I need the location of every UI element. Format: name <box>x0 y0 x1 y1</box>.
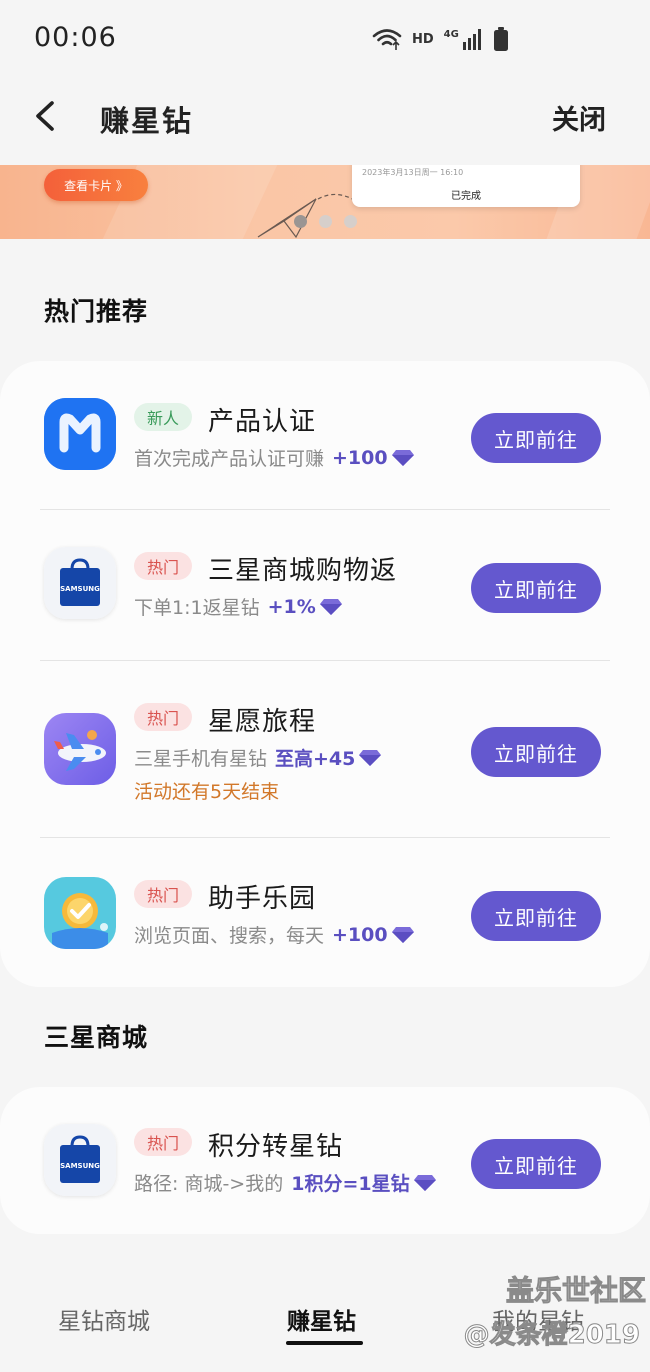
cellular-type: 4G <box>443 28 459 40</box>
close-button[interactable]: 关闭 <box>552 98 606 137</box>
carousel-dot[interactable] <box>344 215 357 228</box>
watermark-community: 盖乐世社区 <box>505 1274 646 1308</box>
task-row-star-journey[interactable]: 热门 星愿旅程 三星手机有星钻 至高+45 活动还有5天结束 立即前往 <box>0 661 650 837</box>
task-reward: +1% <box>267 595 316 618</box>
popular-card: 新人 产品认证 首次完成产品认证可赚 +100 立即前往 SAMSUNG 热门 … <box>0 361 650 987</box>
tag-hot: 热门 <box>134 552 193 580</box>
tag-hot: 热门 <box>134 880 193 908</box>
active-tab-indicator <box>286 1341 363 1345</box>
task-description: 路径: 商城->我的 1积分=1星钻 <box>134 1169 437 1196</box>
task-desc-text: 下单1:1返星钻 <box>134 597 260 619</box>
page-title: 赚星钻 <box>100 104 194 138</box>
diamond-icon <box>359 749 382 766</box>
diamond-icon <box>413 1174 436 1191</box>
section-title-store: 三星商城 <box>44 1023 149 1052</box>
status-time: 00:06 <box>34 22 117 53</box>
task-desc-text: 三星手机有星钻 <box>134 748 268 770</box>
go-button[interactable]: 立即前往 <box>471 891 601 941</box>
promo-banner[interactable]: 查看卡片 》 2023年3月13日周一 16:10 已完成 <box>0 165 650 239</box>
task-description: 浏览页面、搜索，每天 +100 <box>134 921 415 948</box>
task-row-assistant-park[interactable]: 热门 助手乐园 浏览页面、搜索，每天 +100 立即前往 <box>0 838 650 987</box>
go-button[interactable]: 立即前往 <box>471 1139 601 1189</box>
go-button[interactable]: 立即前往 <box>471 563 601 613</box>
wifi-icon <box>372 29 402 50</box>
task-desc-text: 浏览页面、搜索，每天 <box>134 925 325 947</box>
bag-label: SAMSUNG <box>60 1162 100 1170</box>
diamond-icon <box>319 598 342 615</box>
task-title: 产品认证 <box>208 407 317 437</box>
task-description: 下单1:1返星钻 +1% <box>134 593 343 620</box>
watermark-author: @发条橙2019 <box>463 1320 640 1351</box>
store-card: SAMSUNG 热门 积分转星钻 路径: 商城->我的 1积分=1星钻 立即前往 <box>0 1087 650 1234</box>
task-reward: 1积分=1星钻 <box>291 1173 410 1195</box>
banner-card-date: 2023年3月13日周一 16:10 <box>362 168 464 177</box>
diamond-icon <box>391 449 414 466</box>
battery-icon <box>493 27 508 51</box>
app-header: 赚星钻 关闭 <box>0 80 650 164</box>
airplane-journey-icon <box>44 713 116 785</box>
samsung-shop-bag-icon: SAMSUNG <box>44 1124 116 1196</box>
task-row-points-exchange[interactable]: SAMSUNG 热门 积分转星钻 路径: 商城->我的 1积分=1星钻 立即前往 <box>0 1087 650 1234</box>
status-bar: 00:06 HD 4G <box>0 0 650 80</box>
task-description: 三星手机有星钻 至高+45 <box>134 744 382 771</box>
samsung-shop-bag-icon: SAMSUNG <box>44 547 116 619</box>
samsung-members-icon <box>44 398 116 470</box>
task-description: 首次完成产品认证可赚 +100 <box>134 444 415 471</box>
task-title: 积分转星钻 <box>208 1132 344 1162</box>
task-title: 三星商城购物返 <box>208 556 398 586</box>
tab-earn-stars[interactable]: 赚星钻 <box>287 1302 356 1336</box>
bag-label: SAMSUNG <box>60 585 100 593</box>
go-button[interactable]: 立即前往 <box>471 727 601 777</box>
task-row-product-cert[interactable]: 新人 产品认证 首次完成产品认证可赚 +100 立即前往 <box>0 361 650 509</box>
task-reward: 至高+45 <box>275 748 356 770</box>
task-title: 助手乐园 <box>208 884 317 914</box>
chevron-left-icon[interactable] <box>30 98 60 134</box>
task-reward: +100 <box>332 446 388 469</box>
task-deadline-note: 活动还有5天结束 <box>134 781 280 803</box>
carousel-dot[interactable] <box>294 215 307 228</box>
go-button[interactable]: 立即前往 <box>471 413 601 463</box>
tag-hot: 热门 <box>134 703 193 731</box>
banner-card-status: 已完成 <box>451 191 481 202</box>
task-reward: +100 <box>332 923 388 946</box>
tag-hot: 热门 <box>134 1128 193 1156</box>
diamond-icon <box>391 926 414 943</box>
carousel-indicator <box>294 215 357 228</box>
banner-preview-card: 2023年3月13日周一 16:10 已完成 <box>352 165 580 207</box>
carousel-dot[interactable] <box>319 215 332 228</box>
status-icons: HD 4G <box>372 26 509 52</box>
tab-star-mall[interactable]: 星钻商城 <box>58 1302 150 1336</box>
section-title-popular: 热门推荐 <box>44 297 149 326</box>
tag-new: 新人 <box>134 403 193 431</box>
task-desc-text: 路径: 商城->我的 <box>134 1173 284 1195</box>
task-desc-text: 首次完成产品认证可赚 <box>134 448 325 470</box>
assistant-park-icon <box>44 877 116 949</box>
signal-icon <box>462 29 481 50</box>
task-row-shop-cashback[interactable]: SAMSUNG 热门 三星商城购物返 下单1:1返星钻 +1% 立即前往 <box>0 510 650 660</box>
view-card-button[interactable]: 查看卡片 》 <box>44 169 148 201</box>
network-type: HD <box>412 31 434 47</box>
task-title: 星愿旅程 <box>208 707 317 737</box>
